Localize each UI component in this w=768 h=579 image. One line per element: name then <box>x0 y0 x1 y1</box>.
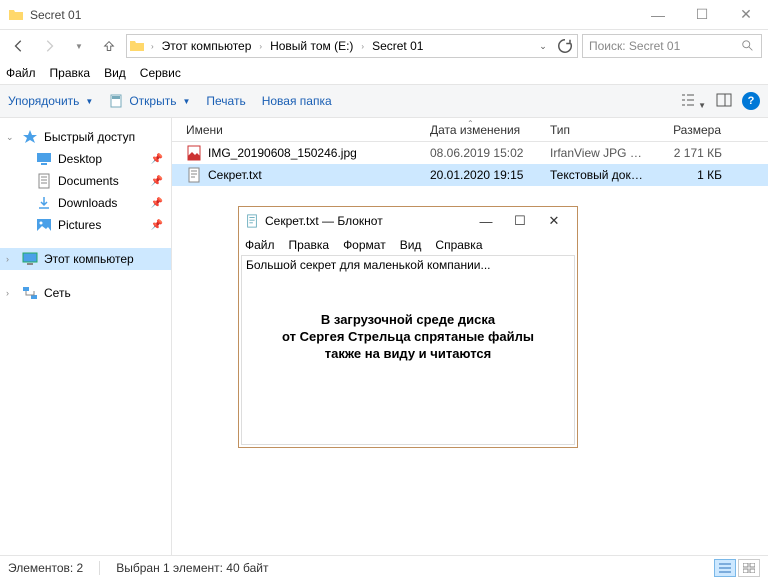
titlebar: Secret 01 — ☐ ✕ <box>0 0 768 30</box>
sidebar-network[interactable]: › Сеть <box>0 282 171 304</box>
status-count: Элементов: 2 <box>8 561 83 575</box>
breadcrumb[interactable]: Этот компьютер <box>160 39 254 53</box>
pictures-icon <box>36 217 52 233</box>
pin-icon: 📌 <box>151 176 163 187</box>
sidebar: ⌄ Быстрый доступ Desktop📌 Documents📌 Dow… <box>0 118 172 555</box>
notepad-menubar: Файл Правка Формат Вид Справка <box>239 235 577 255</box>
statusbar: Элементов: 2 Выбран 1 элемент: 40 байт <box>0 555 768 579</box>
menubar: Файл Правка Вид Сервис <box>0 62 768 84</box>
column-name[interactable]: Имени <box>172 123 422 137</box>
chevron-right-icon: › <box>6 288 9 298</box>
search-input[interactable]: Поиск: Secret 01 <box>582 34 762 58</box>
computer-icon <box>22 251 38 267</box>
chevron-right-icon: › <box>6 254 9 264</box>
maximize-button[interactable]: ☐ <box>680 0 724 29</box>
open-icon <box>109 93 125 109</box>
folder-icon <box>129 38 145 54</box>
network-icon <box>22 285 38 301</box>
file-row[interactable]: Секрет.txt 20.01.2020 19:15 Текстовый до… <box>172 164 768 186</box>
chevron-down-icon: ⌄ <box>6 132 14 143</box>
forward-button[interactable] <box>36 34 62 58</box>
jpg-icon <box>186 145 202 161</box>
breadcrumb[interactable]: Новый том (E:) <box>268 39 355 53</box>
folder-icon <box>8 7 24 23</box>
recent-dropdown[interactable]: ▼ <box>66 34 92 58</box>
notepad-text: Большой секрет для маленькой компании... <box>246 258 491 272</box>
status-selected: Выбран 1 элемент: 40 байт <box>116 561 268 575</box>
notepad-title: Секрет.txt — Блокнот <box>265 214 469 228</box>
column-headers: ⌃ Имени Дата изменения Тип Размера <box>172 118 768 142</box>
column-size[interactable]: Размера <box>652 123 730 137</box>
back-button[interactable] <box>6 34 32 58</box>
print-button[interactable]: Печать <box>206 94 245 108</box>
toolbar: Упорядочить▼ Открыть▼ Печать Новая папка… <box>0 84 768 118</box>
address-dropdown[interactable]: ⌄ <box>533 41 553 52</box>
column-date[interactable]: Дата изменения <box>422 123 542 137</box>
view-details-button[interactable] <box>714 559 736 577</box>
file-row[interactable]: IMG_20190608_150246.jpg 08.06.2019 15:02… <box>172 142 768 164</box>
notepad-close-button[interactable]: ✕ <box>537 210 571 232</box>
breadcrumb[interactable]: Secret 01 <box>370 39 425 53</box>
notepad-menu-view[interactable]: Вид <box>400 238 422 252</box>
search-placeholder: Поиск: Secret 01 <box>589 39 741 53</box>
notepad-icon <box>245 214 259 228</box>
menu-view[interactable]: Вид <box>104 66 126 80</box>
desktop-icon <box>36 151 52 167</box>
sidebar-downloads[interactable]: Downloads📌 <box>0 192 171 214</box>
refresh-button[interactable] <box>555 36 575 56</box>
newfolder-button[interactable]: Новая папка <box>262 94 332 108</box>
view-icons-button[interactable] <box>738 559 760 577</box>
notepad-menu-format[interactable]: Формат <box>343 238 386 252</box>
view-options-button[interactable]: ▼ <box>680 92 706 111</box>
sidebar-this-pc[interactable]: › Этот компьютер <box>0 248 171 270</box>
notepad-minimize-button[interactable]: — <box>469 210 503 232</box>
notepad-menu-edit[interactable]: Правка <box>289 238 330 252</box>
window-title: Secret 01 <box>30 8 636 22</box>
help-button[interactable]: ? <box>742 92 760 110</box>
pin-icon: 📌 <box>151 154 163 165</box>
pin-icon: 📌 <box>151 220 163 231</box>
downloads-icon <box>36 195 52 211</box>
sidebar-documents[interactable]: Documents📌 <box>0 170 171 192</box>
sort-indicator-icon: ⌃ <box>467 119 474 128</box>
notepad-maximize-button[interactable]: ☐ <box>503 210 537 232</box>
menu-file[interactable]: Файл <box>6 66 36 80</box>
column-type[interactable]: Тип <box>542 123 652 137</box>
txt-icon <box>186 167 202 183</box>
star-icon <box>22 129 38 145</box>
minimize-button[interactable]: — <box>636 0 680 29</box>
notepad-menu-file[interactable]: Файл <box>245 238 275 252</box>
up-button[interactable] <box>96 34 122 58</box>
organize-button[interactable]: Упорядочить▼ <box>8 94 93 108</box>
pin-icon: 📌 <box>151 198 163 209</box>
documents-icon <box>36 173 52 189</box>
chevron-right-icon: › <box>147 42 158 51</box>
menu-edit[interactable]: Правка <box>50 66 91 80</box>
open-button[interactable]: Открыть▼ <box>109 93 190 109</box>
close-button[interactable]: ✕ <box>724 0 768 29</box>
sidebar-pictures[interactable]: Pictures📌 <box>0 214 171 236</box>
overlay-caption: В загрузочной среде диска от Сергея Стре… <box>242 312 574 363</box>
notepad-window[interactable]: Секрет.txt — Блокнот — ☐ ✕ Файл Правка Ф… <box>238 206 578 448</box>
address-bar[interactable]: › Этот компьютер › Новый том (E:) › Secr… <box>126 34 578 58</box>
search-icon <box>741 39 755 53</box>
menu-service[interactable]: Сервис <box>140 66 181 80</box>
chevron-right-icon: › <box>357 42 368 51</box>
navbar: ▼ › Этот компьютер › Новый том (E:) › Se… <box>0 30 768 62</box>
chevron-right-icon: › <box>255 42 266 51</box>
notepad-textarea[interactable]: Большой секрет для маленькой компании...… <box>241 255 575 445</box>
preview-pane-button[interactable] <box>716 92 732 111</box>
sidebar-quick-access[interactable]: ⌄ Быстрый доступ <box>0 126 171 148</box>
notepad-titlebar[interactable]: Секрет.txt — Блокнот — ☐ ✕ <box>239 207 577 235</box>
notepad-menu-help[interactable]: Справка <box>435 238 482 252</box>
sidebar-desktop[interactable]: Desktop📌 <box>0 148 171 170</box>
